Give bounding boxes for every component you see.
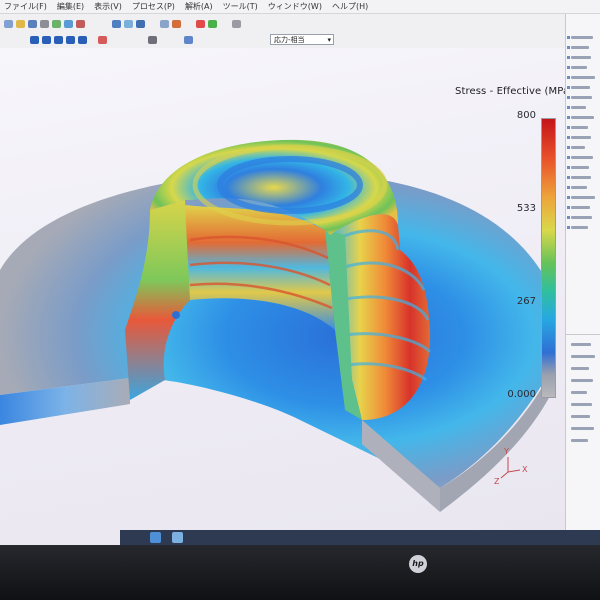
properties-panel[interactable]: [566, 334, 600, 485]
axis-x-label: X: [522, 465, 528, 474]
tree-row[interactable]: [571, 156, 593, 159]
hp-logo: hp: [409, 555, 427, 573]
tree-row[interactable]: [571, 36, 593, 39]
axis-y-label: Y: [503, 447, 509, 456]
tree-node-icon: [567, 56, 570, 59]
tree-row[interactable]: [571, 106, 586, 109]
tree-row[interactable]: [571, 66, 587, 69]
tree-row[interactable]: [571, 226, 588, 229]
tree-row[interactable]: [571, 76, 595, 79]
taskbar-app-icon[interactable]: [172, 532, 183, 543]
tree-node-icon: [567, 216, 570, 219]
taskbar-app-icon[interactable]: [150, 532, 161, 543]
taskbar: [120, 530, 600, 545]
tree-row[interactable]: [571, 206, 590, 209]
tree-node-icon: [567, 166, 570, 169]
tree-node-icon: [567, 86, 570, 89]
tree-row[interactable]: [571, 136, 591, 139]
property-row[interactable]: [571, 427, 594, 430]
legend-min-label: 0.000: [507, 389, 536, 400]
tree-node-icon: [567, 106, 570, 109]
tree-node-icon: [567, 206, 570, 209]
tree-row[interactable]: [571, 176, 591, 179]
axis-z-label: Z: [494, 477, 500, 486]
stress-color-scale-bar: [541, 118, 556, 398]
legend-mid-high-label: 533: [516, 203, 536, 214]
property-row[interactable]: [571, 343, 591, 346]
tree-node-icon: [567, 196, 570, 199]
tree-node-icon: [567, 96, 570, 99]
stress-contour-model[interactable]: Y X Z: [0, 0, 565, 545]
axis-triad: [500, 457, 521, 479]
tree-row[interactable]: [571, 116, 594, 119]
property-row[interactable]: [571, 379, 593, 382]
tree-row[interactable]: [571, 216, 592, 219]
property-row[interactable]: [571, 355, 595, 358]
tree-node-icon: [567, 116, 570, 119]
model-tree-panel[interactable]: [565, 14, 600, 545]
legend-mid-low-label: 267: [516, 296, 536, 307]
property-row[interactable]: [571, 439, 588, 442]
screen: ファイル(F) 編集(E) 表示(V) プロセス(P) 解析(A) ツール(T)…: [0, 0, 600, 545]
tree-node-icon: [567, 156, 570, 159]
tree-row[interactable]: [571, 46, 589, 49]
tree-node-icon: [567, 146, 570, 149]
tree-node-icon: [567, 136, 570, 139]
tree-node-icon: [567, 46, 570, 49]
tree-row[interactable]: [571, 96, 592, 99]
tree-node-icon: [567, 226, 570, 229]
tree-node-icon: [567, 126, 570, 129]
tree-row[interactable]: [571, 186, 587, 189]
monitor-bezel: [0, 545, 600, 600]
tree-row[interactable]: [571, 86, 590, 89]
tree-node-icon: [567, 36, 570, 39]
tree-row[interactable]: [571, 166, 589, 169]
legend-max-label: 800: [516, 110, 536, 121]
tree-node-icon: [567, 176, 570, 179]
legend-title: Stress - Effective (MPa): [455, 86, 574, 97]
property-row[interactable]: [571, 391, 587, 394]
tree-node-icon: [567, 186, 570, 189]
property-row[interactable]: [571, 403, 592, 406]
tree-node-icon: [567, 66, 570, 69]
tree-row[interactable]: [571, 126, 588, 129]
property-row[interactable]: [571, 415, 590, 418]
tree-row[interactable]: [571, 146, 585, 149]
tree-row[interactable]: [571, 56, 591, 59]
tree-node-icon: [567, 76, 570, 79]
tree-row[interactable]: [571, 196, 595, 199]
property-row[interactable]: [571, 367, 589, 370]
